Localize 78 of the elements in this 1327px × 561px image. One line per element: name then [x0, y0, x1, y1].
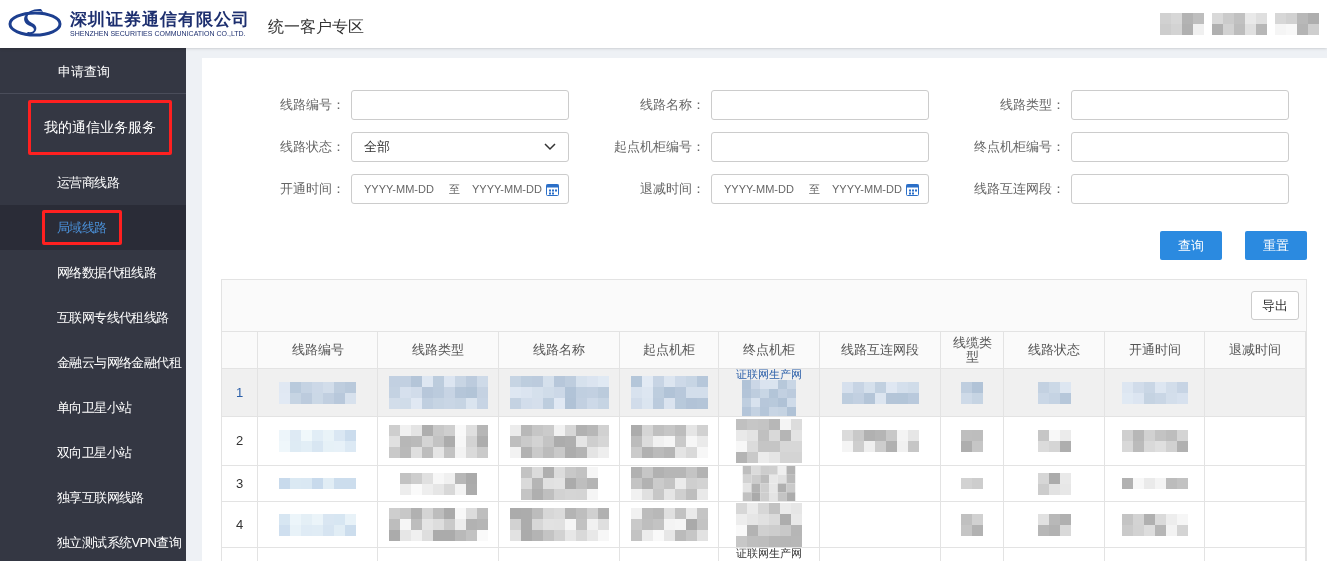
column-header: 线路互连网段	[820, 332, 941, 369]
range-separator: 至	[807, 181, 821, 197]
sidebar-item[interactable]: 单向卫星小站	[42, 397, 147, 418]
row-number: 2	[235, 432, 244, 451]
table-row[interactable]: 4	[222, 502, 258, 548]
sidebar-item[interactable]: 双向卫星小站	[42, 442, 147, 463]
sidebar-item[interactable]: 金融云与网络金融代租	[42, 352, 196, 373]
sidebar-item[interactable]: 运营商线路	[42, 172, 134, 193]
end-date-placeholder: YYYY-MM-DD	[472, 181, 543, 197]
column-header: 线路状态	[1004, 332, 1105, 369]
field-label: 线路名称：	[639, 96, 706, 115]
field-label: 线路状态：	[279, 138, 346, 157]
input-field[interactable]	[1071, 90, 1289, 120]
field-label: 终点机柜编号：	[973, 138, 1066, 157]
field-label: 线路编号：	[279, 96, 346, 115]
redaction-mosaic	[1037, 430, 1071, 452]
column-header: 线路类型	[378, 332, 499, 369]
range-separator: 至	[447, 181, 461, 197]
table-row[interactable]: 1	[222, 369, 258, 417]
redaction-mosaic	[1160, 13, 1204, 35]
redaction-mosaic	[1037, 472, 1071, 495]
redaction-mosaic	[1037, 513, 1071, 536]
date-range-field[interactable]: YYYY-MM-DD 至 YYYY-MM-DD	[711, 174, 929, 204]
field-label: 线路类型：	[999, 96, 1066, 115]
sidebar-item[interactable]: 申请查询	[58, 61, 110, 82]
row-number: 4	[235, 515, 244, 534]
sidebar-item[interactable]: 我的通信业务服务	[28, 99, 172, 155]
start-date-placeholder: YYYY-MM-DD	[724, 181, 794, 197]
row-number: 1	[235, 383, 244, 402]
input-field[interactable]	[1071, 174, 1289, 204]
table-row[interactable]: 3	[222, 466, 258, 502]
status-select[interactable]: 全部	[351, 132, 569, 162]
calendar-icon	[546, 182, 559, 196]
portal-title: 统一客户专区	[268, 17, 364, 37]
reset-button[interactable]: 重置	[1245, 231, 1307, 260]
column-header: 线路名称	[499, 332, 620, 369]
table-row[interactable]: 2	[222, 417, 258, 466]
sidebar-item[interactable]: 独享互联网线路	[42, 487, 159, 508]
input-field[interactable]	[711, 132, 929, 162]
redaction-mosaic	[961, 513, 983, 536]
input-field[interactable]	[351, 90, 569, 120]
search-button[interactable]: 查询	[1160, 231, 1222, 260]
start-date-placeholder: YYYY-MM-DD	[364, 181, 434, 197]
column-header: 线路编号	[258, 332, 378, 369]
redaction-mosaic	[1121, 381, 1188, 404]
redaction-mosaic	[1121, 478, 1188, 489]
column-header: 退减时间	[1205, 332, 1306, 369]
column-header: 线缆类型	[941, 332, 1004, 369]
export-button[interactable]: 导出	[1251, 291, 1299, 320]
field-label: 退减时间：	[639, 180, 706, 199]
calendar-icon	[906, 182, 919, 196]
redaction-mosaic	[1212, 13, 1267, 35]
field-label: 起点机柜编号：	[613, 138, 706, 157]
chevron-down-icon	[544, 143, 556, 151]
column-header: 起点机柜	[620, 332, 719, 369]
row-number: 3	[235, 474, 244, 493]
field-label: 线路互连网段：	[973, 180, 1066, 199]
redaction-mosaic	[1121, 430, 1188, 452]
column-header: 开通时间	[1105, 332, 1205, 369]
redaction-mosaic	[1121, 513, 1188, 536]
redaction-mosaic	[1037, 381, 1071, 404]
date-range-field[interactable]: YYYY-MM-DD 至 YYYY-MM-DD	[351, 174, 569, 204]
input-field[interactable]	[711, 90, 929, 120]
redaction-mosaic	[961, 478, 983, 489]
input-field[interactable]	[1071, 132, 1289, 162]
company-name: 深圳证券通信有限公司	[70, 10, 250, 30]
redaction-mosaic	[961, 430, 983, 452]
redaction-mosaic	[961, 381, 983, 404]
column-header: 终点机柜	[719, 332, 820, 369]
sidebar-item[interactable]: 互联网专线代租线路	[42, 307, 184, 328]
redaction-mosaic	[1275, 13, 1319, 35]
cell-text: 证联网生产网	[736, 369, 802, 380]
end-date-placeholder: YYYY-MM-DD	[832, 181, 903, 197]
cell-text: 证联网生产网	[736, 548, 802, 559]
field-label: 开通时间：	[279, 180, 346, 199]
sidebar-item[interactable]: 独立测试系统VPN查询	[42, 532, 197, 553]
sidebar-item[interactable]: 网络数据代租线路	[42, 262, 172, 283]
sidebar-item[interactable]: 局域线路	[42, 209, 122, 246]
